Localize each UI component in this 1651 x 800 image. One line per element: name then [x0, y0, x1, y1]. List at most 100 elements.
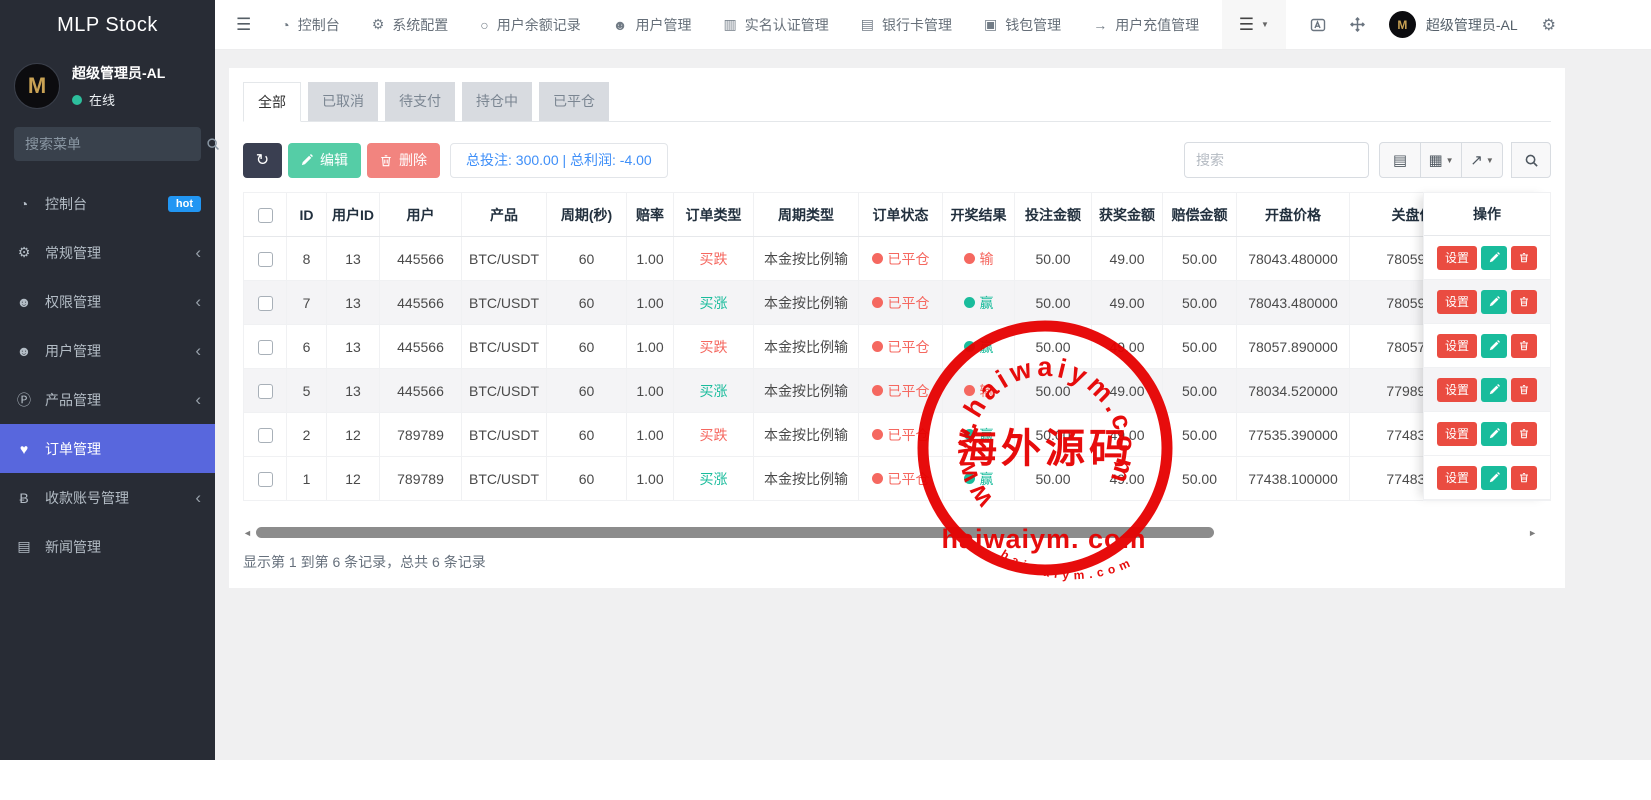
select-all-checkbox[interactable]	[258, 208, 273, 223]
row-checkbox[interactable]	[258, 428, 273, 443]
delete-row-button[interactable]	[1511, 334, 1537, 358]
sidebar-search-input[interactable]	[25, 136, 206, 152]
edit-row-button[interactable]	[1481, 466, 1507, 490]
cell-user: 789789	[380, 413, 462, 457]
tab-closed[interactable]: 已平仓	[539, 82, 609, 121]
status-label: 已平仓	[888, 249, 930, 269]
tab-all[interactable]: 全部	[243, 82, 301, 122]
gears-icon[interactable]: ⚙	[1542, 15, 1556, 35]
scrollbar-left-arrow[interactable]: ◄	[243, 528, 252, 539]
cell-result: 输	[943, 369, 1015, 413]
nav-item-balance-records[interactable]: ○ 用户余额记录	[480, 15, 580, 35]
scrollbar-thumb[interactable]	[256, 527, 1214, 538]
settings-button[interactable]: 设置	[1437, 290, 1477, 314]
nav-item-bank-cards[interactable]: ▤ 银行卡管理	[861, 15, 952, 35]
cell-period: 60	[547, 413, 627, 457]
row-actions: 设置	[1424, 456, 1550, 500]
sidebar-item-general[interactable]: ⚙ 常规管理 ‹	[0, 228, 215, 277]
table-row: 8 13 445566 BTC/USDT 60 1.00 买跌 本金按比例输 已…	[244, 237, 1490, 281]
edit-row-button[interactable]	[1481, 378, 1507, 402]
refresh-icon: ↻	[256, 150, 269, 170]
sidebar-item-orders[interactable]: ♥ 订单管理	[0, 424, 215, 473]
sidebar-item-news[interactable]: ▤ 新闻管理	[0, 522, 215, 571]
nav-item-system-config[interactable]: ⚙ 系统配置	[372, 15, 449, 35]
table-search-input[interactable]	[1184, 142, 1369, 178]
delete-row-button[interactable]	[1511, 246, 1537, 270]
totals-summary: 总投注: 300.00 | 总利润: -4.00	[450, 143, 668, 178]
nav-user-menu[interactable]: M 超级管理员-AL	[1389, 11, 1518, 38]
detail-view-button[interactable]: ▤	[1379, 142, 1421, 178]
nav-item-dashboard[interactable]: ◔ 控制台	[281, 15, 339, 35]
edit-row-button[interactable]	[1481, 334, 1507, 358]
cell-order-type: 买跌	[674, 325, 754, 369]
scrollbar-right-arrow[interactable]: ►	[1528, 528, 1537, 539]
delete-row-button[interactable]	[1511, 466, 1537, 490]
delete-button[interactable]: 删除	[367, 143, 440, 178]
nav-item-wallets[interactable]: ▣ 钱包管理	[984, 15, 1061, 35]
toggle-search-button[interactable]	[1511, 142, 1551, 178]
row-checkbox[interactable]	[258, 384, 273, 399]
edit-row-button[interactable]	[1481, 422, 1507, 446]
sidebar-item-products[interactable]: Ⓟ 产品管理 ‹	[0, 375, 215, 424]
columns-button[interactable]: ▦▼	[1420, 142, 1462, 178]
row-actions: 设置	[1424, 236, 1550, 280]
row-checkbox[interactable]	[258, 296, 273, 311]
language-icon[interactable]	[1310, 17, 1326, 33]
export-button[interactable]: ↗▼	[1461, 142, 1503, 178]
row-checkbox[interactable]	[258, 340, 273, 355]
settings-button[interactable]: 设置	[1437, 466, 1477, 490]
col-header-period: 周期(秒)	[547, 193, 627, 237]
delete-row-button[interactable]	[1511, 378, 1537, 402]
cell-result: 赢	[943, 325, 1015, 369]
sidebar-item-label: 权限管理	[45, 292, 101, 312]
pencil-icon	[1489, 384, 1500, 395]
status-dot-icon	[872, 297, 883, 308]
status-label: 已平仓	[888, 337, 930, 357]
refresh-button[interactable]: ↻	[243, 143, 282, 178]
delete-button-label: 删除	[399, 150, 427, 170]
settings-button[interactable]: 设置	[1437, 334, 1477, 358]
tab-unpaid[interactable]: 待支付	[385, 82, 455, 121]
sidebar-item-permissions[interactable]: ☻ 权限管理 ‹	[0, 277, 215, 326]
gear-icon: ⚙	[372, 16, 385, 33]
sidebar-item-payment-accounts[interactable]: Ƀ 收款账号管理 ‹	[0, 473, 215, 522]
cogs-icon: ⚙	[14, 244, 34, 261]
tab-cancelled[interactable]: 已取消	[308, 82, 378, 121]
cell-order-type: 买涨	[674, 457, 754, 501]
cell-status: 已平仓	[859, 457, 943, 501]
tab-holding[interactable]: 持仓中	[462, 82, 532, 121]
cell-compensate: 50.00	[1163, 237, 1237, 281]
cell-user-id: 12	[327, 457, 380, 501]
table-toolbar: ↻ 编辑 删除 总投注: 300.00 | 总利润: -4.00 ▤ ▦▼	[243, 142, 1551, 178]
nav-list-dropdown-button[interactable]: ☰ ▼	[1222, 0, 1286, 49]
edit-row-button[interactable]	[1481, 246, 1507, 270]
cell-id: 1	[287, 457, 327, 501]
sidebar-item-label: 订单管理	[45, 439, 101, 459]
row-actions: 设置	[1424, 280, 1550, 324]
trash-icon	[1519, 472, 1529, 483]
fullscreen-icon[interactable]	[1350, 17, 1365, 32]
col-header-user: 用户	[380, 193, 462, 237]
nav-item-recharge[interactable]: → 用户充值管理	[1093, 15, 1199, 35]
row-checkbox[interactable]	[258, 252, 273, 267]
delete-row-button[interactable]	[1511, 290, 1537, 314]
sidebar-item-label: 收款账号管理	[45, 488, 129, 508]
nav-item-users[interactable]: ☻ 用户管理	[613, 15, 692, 35]
nav-item-kyc[interactable]: ▥ 实名认证管理	[723, 15, 828, 35]
row-select-cell	[244, 457, 287, 501]
delete-row-button[interactable]	[1511, 422, 1537, 446]
sidebar-item-dashboard[interactable]: ◔ 控制台 hot	[0, 179, 215, 228]
settings-button[interactable]: 设置	[1437, 246, 1477, 270]
settings-button[interactable]: 设置	[1437, 422, 1477, 446]
cell-user: 445566	[380, 281, 462, 325]
table-view-buttons: ▤ ▦▼ ↗▼	[1379, 142, 1503, 178]
sidebar-toggle-icon[interactable]: ☰	[236, 15, 251, 35]
user-icon: ☻	[613, 17, 628, 33]
cell-product: BTC/USDT	[462, 457, 547, 501]
sidebar-item-users[interactable]: ☻ 用户管理 ‹	[0, 326, 215, 375]
edit-row-button[interactable]	[1481, 290, 1507, 314]
col-header-odds: 赔率	[627, 193, 674, 237]
row-checkbox[interactable]	[258, 472, 273, 487]
settings-button[interactable]: 设置	[1437, 378, 1477, 402]
edit-button[interactable]: 编辑	[288, 143, 361, 178]
